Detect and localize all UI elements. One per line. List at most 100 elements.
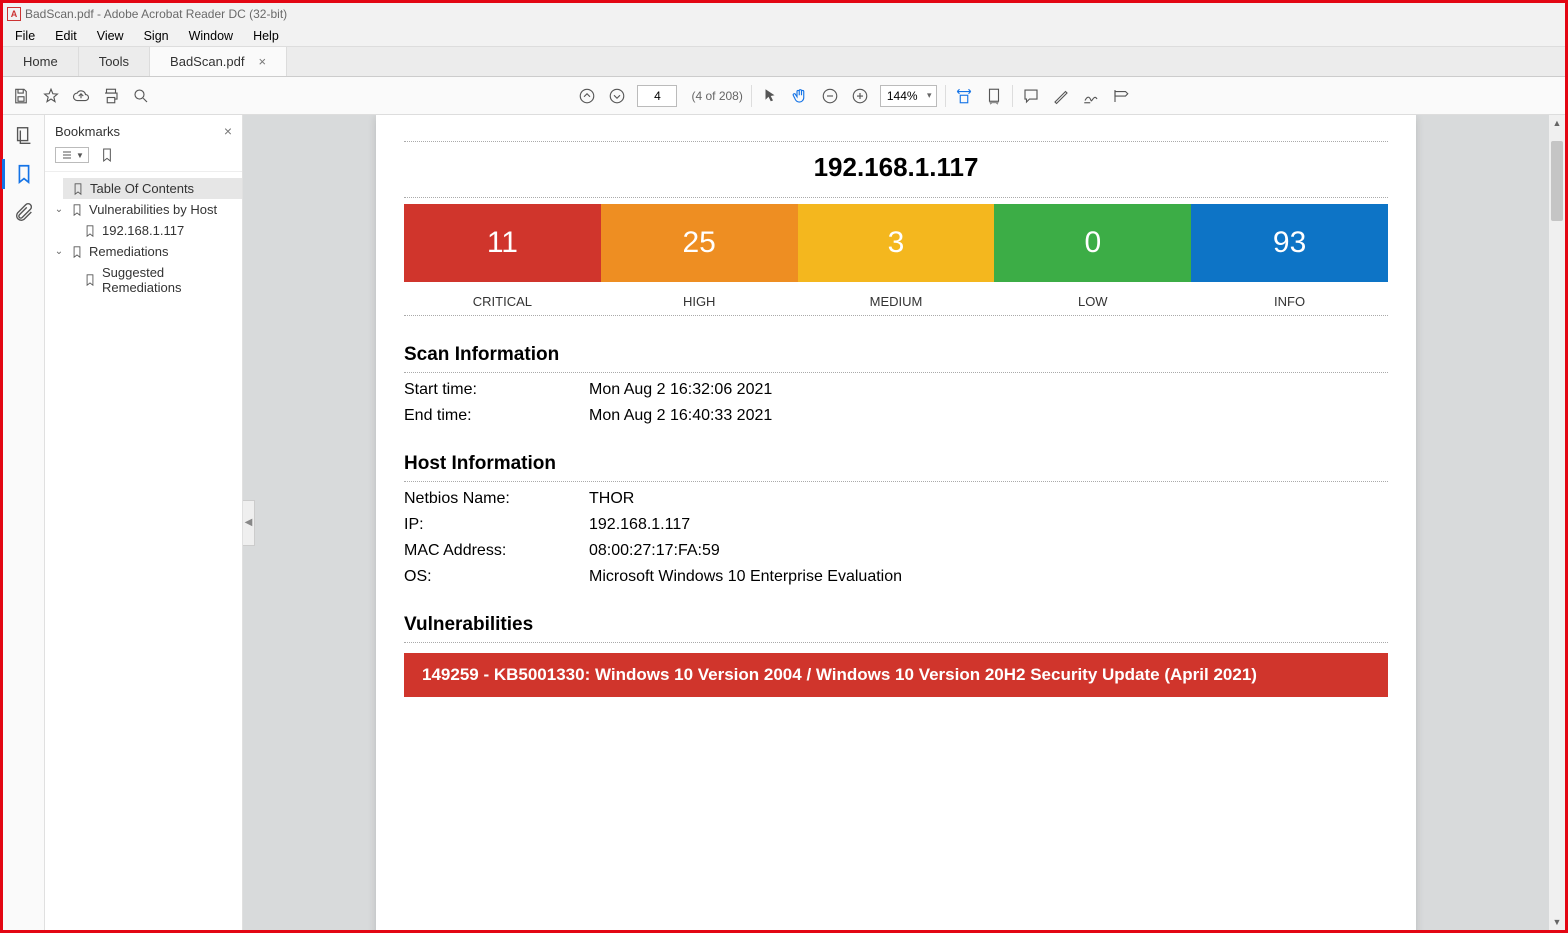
- chevron-down-icon[interactable]: ⌄: [53, 204, 65, 215]
- sign-icon[interactable]: [1081, 86, 1101, 106]
- divider: [404, 197, 1388, 198]
- severity-critical-count: 11: [404, 204, 601, 282]
- page-down-icon[interactable]: [607, 86, 627, 106]
- close-panel-icon[interactable]: ×: [224, 123, 232, 139]
- tab-home-label: Home: [23, 54, 58, 69]
- vulnerabilities-heading: Vulnerabilities: [404, 614, 1388, 636]
- highlight-icon[interactable]: [1051, 86, 1071, 106]
- info-value: 08:00:27:17:FA:59: [589, 542, 1388, 560]
- bookmarks-panel: Bookmarks × ▼ Table Of Contents ⌄ Vulner…: [45, 115, 243, 930]
- stamp-icon[interactable]: [1111, 86, 1131, 106]
- vertical-scrollbar[interactable]: ▲ ▼: [1549, 115, 1565, 930]
- page-number-input[interactable]: [637, 85, 677, 107]
- chevron-down-icon[interactable]: ⌄: [53, 246, 65, 257]
- toolbar: (4 of 208) 144%: [3, 77, 1565, 115]
- star-icon[interactable]: [41, 86, 61, 106]
- bookmark-icon: [70, 245, 84, 259]
- bookmark-list: Table Of Contents ⌄ Vulnerabilities by H…: [45, 172, 242, 304]
- cloud-upload-icon[interactable]: [71, 86, 91, 106]
- bookmark-item-remediations[interactable]: ⌄ Remediations: [45, 241, 242, 262]
- scroll-thumb[interactable]: [1551, 141, 1563, 221]
- bookmark-item-host-192[interactable]: 192.168.1.117: [75, 220, 242, 241]
- info-key: Start time:: [404, 381, 589, 399]
- tab-bar: Home Tools BadScan.pdf ×: [3, 47, 1565, 77]
- tab-document-label: BadScan.pdf: [170, 54, 244, 69]
- divider: [404, 141, 1388, 142]
- menu-view[interactable]: View: [87, 27, 134, 45]
- fit-width-icon[interactable]: [954, 86, 974, 106]
- bookmark-item-suggested[interactable]: Suggested Remediations: [75, 262, 242, 298]
- info-row-mac: MAC Address: 08:00:27:17:FA:59: [404, 542, 1388, 560]
- zoom-select[interactable]: 144%: [880, 85, 937, 107]
- bookmark-label: Vulnerabilities by Host: [89, 202, 217, 217]
- scroll-up-icon[interactable]: ▲: [1549, 115, 1565, 131]
- info-row-start: Start time: Mon Aug 2 16:32:06 2021: [404, 381, 1388, 399]
- bookmarks-icon[interactable]: [13, 163, 35, 185]
- bookmark-icon: [83, 224, 97, 238]
- tab-document[interactable]: BadScan.pdf ×: [150, 47, 287, 76]
- page-up-icon[interactable]: [577, 86, 597, 106]
- info-value: 192.168.1.117: [589, 516, 1388, 534]
- info-value: Mon Aug 2 16:32:06 2021: [589, 381, 1388, 399]
- host-ip-heading: 192.168.1.117: [404, 152, 1388, 183]
- document-area: ◀ 192.168.1.117 11 25 3 0 93 CRITICAL HI…: [243, 115, 1565, 930]
- bookmark-label: Suggested Remediations: [102, 265, 234, 295]
- zoom-out-icon[interactable]: [820, 86, 840, 106]
- navigation-rail: [3, 115, 45, 930]
- severity-medium-label: MEDIUM: [798, 294, 995, 309]
- zoom-in-icon[interactable]: [850, 86, 870, 106]
- info-value: Microsoft Windows 10 Enterprise Evaluati…: [589, 568, 1388, 586]
- acrobat-app-icon: A: [7, 7, 21, 21]
- bookmark-icon: [70, 203, 84, 217]
- scroll-track[interactable]: [1549, 131, 1565, 914]
- comment-icon[interactable]: [1021, 86, 1041, 106]
- content-row: Bookmarks × ▼ Table Of Contents ⌄ Vulner…: [3, 115, 1565, 930]
- pdf-page: 192.168.1.117 11 25 3 0 93 CRITICAL HIGH…: [376, 115, 1416, 930]
- menu-edit[interactable]: Edit: [45, 27, 87, 45]
- severity-high-count: 25: [601, 204, 798, 282]
- hand-icon[interactable]: [790, 86, 810, 106]
- thumbnails-icon[interactable]: [13, 125, 35, 147]
- fit-page-icon[interactable]: [984, 86, 1004, 106]
- panel-title: Bookmarks: [55, 124, 120, 139]
- close-tab-icon[interactable]: ×: [259, 54, 267, 69]
- divider: [404, 642, 1388, 643]
- print-icon[interactable]: [101, 86, 121, 106]
- severity-low-count: 0: [994, 204, 1191, 282]
- window-title: BadScan.pdf - Adobe Acrobat Reader DC (3…: [25, 7, 287, 21]
- info-key: IP:: [404, 516, 589, 534]
- severity-info-label: INFO: [1191, 294, 1388, 309]
- tab-tools[interactable]: Tools: [79, 47, 150, 76]
- info-key: MAC Address:: [404, 542, 589, 560]
- bookmark-item-toc[interactable]: Table Of Contents: [63, 178, 242, 199]
- info-key: End time:: [404, 407, 589, 425]
- find-bookmark-icon[interactable]: [99, 147, 115, 163]
- bookmark-item-vuln-by-host[interactable]: ⌄ Vulnerabilities by Host: [45, 199, 242, 220]
- separator: [751, 85, 752, 107]
- severity-grid: 11 25 3 0 93: [404, 204, 1388, 282]
- menu-window[interactable]: Window: [179, 27, 243, 45]
- collapse-sidebar-handle[interactable]: ◀: [243, 500, 255, 546]
- severity-high-label: HIGH: [601, 294, 798, 309]
- save-icon[interactable]: [11, 86, 31, 106]
- info-value: Mon Aug 2 16:40:33 2021: [589, 407, 1388, 425]
- tab-tools-label: Tools: [99, 54, 129, 69]
- scan-info-heading: Scan Information: [404, 344, 1388, 366]
- scroll-down-icon[interactable]: ▼: [1549, 914, 1565, 930]
- menu-sign[interactable]: Sign: [134, 27, 179, 45]
- attachments-icon[interactable]: [13, 201, 35, 223]
- pointer-icon[interactable]: [760, 86, 780, 106]
- severity-low-label: LOW: [994, 294, 1191, 309]
- host-info-heading: Host Information: [404, 453, 1388, 475]
- menu-file[interactable]: File: [5, 27, 45, 45]
- divider: [404, 315, 1388, 316]
- bookmark-icon: [83, 273, 97, 287]
- menu-help[interactable]: Help: [243, 27, 289, 45]
- info-value: THOR: [589, 490, 1388, 508]
- search-icon[interactable]: [131, 86, 151, 106]
- bookmark-options-icon[interactable]: ▼: [55, 147, 89, 163]
- bookmark-label: Remediations: [89, 244, 169, 259]
- document-scroll[interactable]: 192.168.1.117 11 25 3 0 93 CRITICAL HIGH…: [243, 115, 1549, 930]
- tab-home[interactable]: Home: [3, 47, 79, 76]
- info-key: OS:: [404, 568, 589, 586]
